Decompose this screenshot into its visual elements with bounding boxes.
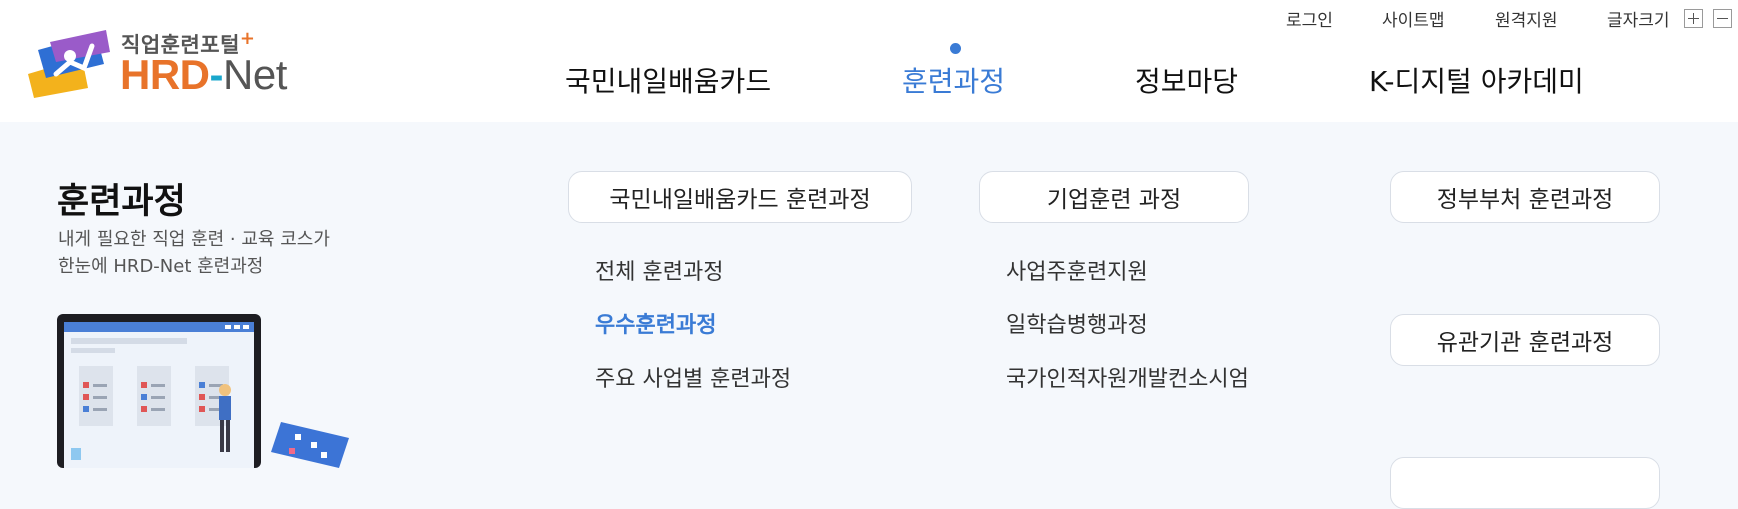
link-work-study-courses[interactable]: 일학습병행과정 (1006, 307, 1148, 339)
site-header: 로그인 사이트맵 원격지원 글자크기 직업훈련포털+ HRD-Net 국민내일배… (0, 0, 1738, 122)
sitemap-link[interactable]: 사이트맵 (1382, 6, 1445, 31)
gnb-item-training[interactable]: 훈련과정 (902, 60, 1005, 100)
link-major-project-courses[interactable]: 주요 사업별 훈련과정 (595, 361, 791, 393)
link-national-hr-consortium[interactable]: 국가인적자원개발컨소시엄 (1006, 361, 1249, 393)
login-link[interactable]: 로그인 (1286, 6, 1333, 31)
category-enterprise-training[interactable]: 기업훈련 과정 (979, 171, 1249, 223)
section-desc-line: 내게 필요한 직업 훈련 · 교육 코스가 (58, 229, 330, 250)
remote-support-link[interactable]: 원격지원 (1495, 6, 1558, 31)
font-size-increase-icon[interactable] (1684, 9, 1703, 28)
logo-wordmark: HRD-Net (120, 51, 287, 98)
hrd-net-logo[interactable]: 직업훈련포털+ HRD-Net (26, 28, 326, 98)
category-government-training[interactable]: 정부부처 훈련과정 (1390, 171, 1660, 223)
computer-presenter-illustration (57, 314, 349, 468)
link-excellent-courses[interactable]: 우수훈련과정 (595, 307, 716, 339)
font-size-decrease-icon[interactable] (1713, 9, 1732, 28)
category-related-institution-training[interactable]: 유관기관 훈련과정 (1390, 314, 1660, 366)
section-description: 내게 필요한 직업 훈련 · 교육 코스가 한눈에 HRD-Net 훈련과정 (58, 226, 330, 280)
active-indicator-dot (950, 43, 961, 54)
font-size-label: 글자크기 (1607, 11, 1670, 31)
category-box-partial[interactable] (1390, 457, 1660, 509)
logo-emblem-icon (28, 30, 110, 98)
gnb-item-info[interactable]: 정보마당 (1135, 60, 1238, 100)
gnb-item-card[interactable]: 국민내일배움카드 (565, 60, 771, 100)
section-desc-line: 한눈에 HRD-Net 훈련과정 (58, 256, 264, 277)
section-title: 훈련과정 (57, 182, 186, 222)
link-employer-training-support[interactable]: 사업주훈련지원 (1006, 254, 1148, 286)
gnb-item-k-digital[interactable]: K-디지털 아카데미 (1369, 60, 1584, 100)
category-card-training[interactable]: 국민내일배움카드 훈련과정 (568, 171, 912, 223)
link-all-courses[interactable]: 전체 훈련과정 (595, 254, 723, 286)
